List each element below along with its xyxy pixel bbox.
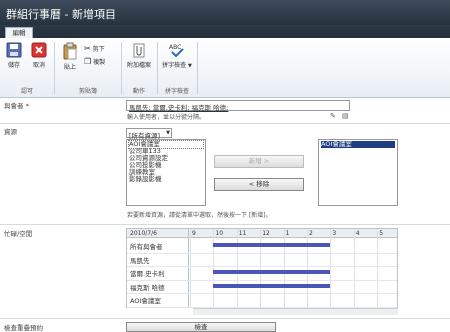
resources-hint: 若要新增資源，請從清單中選取，然後按一下 [新增]。 (127, 212, 272, 219)
hour-tick-label: 1 (285, 230, 290, 237)
attendee-row-name: 馬凱先 (130, 256, 150, 265)
row-gridline (127, 279, 397, 281)
spell-check-icon: ABC (169, 44, 184, 58)
list-item[interactable]: 影錄設影機 (129, 176, 203, 183)
hour-tick-label: 11 (238, 230, 247, 237)
paperclip-icon (133, 43, 145, 58)
row-gridline (127, 293, 397, 294)
divider (0, 224, 450, 225)
paste-label: 貼上 (63, 64, 76, 71)
spelling-group-label: 拼字檢查 (164, 88, 189, 95)
chevron-down-icon: ▼ (166, 130, 170, 136)
save-label: 儲存 (7, 62, 20, 69)
required-mark: * (25, 102, 29, 110)
chevron-down-icon: ▼ (188, 63, 192, 69)
save-button[interactable]: 儲存 (4, 42, 24, 69)
check-names-icon[interactable]: ✎ (330, 112, 336, 120)
hour-gridline (260, 229, 262, 307)
attendees-field[interactable]: 馬凱先; 當爾.史卡利; 福克斯 哈德; (126, 100, 350, 112)
hour-tick-label: 9 (192, 230, 196, 237)
hour-gridline (190, 229, 191, 307)
attendee-row-name: AOI會議室 (130, 297, 161, 305)
attendees-hint: 輸入使用者，並以分號分隔。 (127, 114, 206, 121)
list-item[interactable]: AOI會議室 (321, 141, 395, 148)
attach-file-button[interactable]: 附加檔案 (124, 42, 154, 69)
check-button[interactable]: 檢查 (126, 322, 276, 332)
window-title: 群組行事曆 - 新增項目 (6, 8, 116, 21)
clipboard-group-label: 剪貼簿 (78, 88, 97, 95)
horizontal-scrollbar[interactable] (193, 308, 398, 315)
availability-label: 忙碌/空閒 (4, 230, 33, 238)
hour-gridline (283, 229, 285, 307)
paste-icon (63, 42, 77, 60)
paste-button[interactable]: 貼上 (59, 42, 81, 71)
copy-icon: ❐ (84, 57, 92, 66)
hour-gridline (213, 229, 215, 307)
copy-label: 複製 (93, 59, 106, 66)
add-resource-button[interactable]: 新增 > (214, 155, 304, 168)
divider (0, 318, 450, 319)
availability-grid: 2010/7/6 9 10 11 12 1 2 3 4 5 所有與會者 馬凱先 當爾.史卡利 福克斯 哈… (126, 228, 398, 308)
copy-button[interactable]: ❐ 複製 (84, 57, 105, 66)
cut-button[interactable]: ✂ 剪下 (84, 44, 105, 53)
address-book-icon[interactable]: ▤ (342, 112, 349, 120)
hour-tick-label: 4 (355, 230, 360, 237)
cancel-label: 取消 (32, 62, 45, 69)
attendee-row-name: 所有與會者 (130, 243, 163, 251)
busy-bar (213, 283, 331, 288)
attendee-row-name: 福克斯 哈德 (130, 283, 165, 292)
attendee-row-name: 當爾.史卡利 (130, 270, 165, 278)
hour-gridline (353, 229, 355, 307)
hour-gridline (236, 229, 238, 307)
attendees-label-text: 與會者 (4, 102, 24, 110)
scissors-icon: ✂ (84, 44, 91, 53)
spell-check-button[interactable]: ABC 拼字檢查 ▼ (160, 42, 194, 69)
ribbon-separator (197, 42, 198, 94)
cut-label: 剪下 (92, 46, 105, 53)
attach-file-label: 附加檔案 (126, 62, 151, 69)
hour-gridline (377, 229, 379, 307)
divider (0, 123, 450, 124)
row-gridline (127, 266, 397, 267)
commit-group-label: 認可 (20, 88, 33, 95)
hour-tick-label: 2 (309, 230, 313, 237)
attendees-value: 馬凱先; 當爾.史卡利; 福克斯 哈德; (129, 104, 229, 112)
busy-bar (213, 270, 331, 274)
hour-tick-label: 10 (215, 230, 224, 237)
svg-text:ABC: ABC (169, 44, 181, 51)
attendees-label: 與會者 * (4, 100, 29, 110)
hour-tick-label: 12 (262, 230, 270, 237)
available-resources-list[interactable]: AOI會議室 公司車133 公司資源設定 公司投影機 訓練教室 影錄設影機 (126, 139, 206, 206)
ribbon: 儲存 取消 認可 貼上 ✂ 剪下 ❐ 複製 剪貼簿 附加檔案 動作 ABC 拼字… (0, 38, 450, 98)
selected-resources-list[interactable]: AOI會議室 (318, 139, 398, 206)
resources-label: 資源 (4, 128, 17, 136)
save-icon (6, 42, 22, 58)
resource-filter-select[interactable]: [所有資源] ▼ (126, 128, 172, 140)
hour-gridline (307, 229, 308, 307)
spell-check-label: 拼字檢查 (162, 62, 187, 69)
busy-bar (213, 243, 331, 247)
ribbon-tab-bar (0, 25, 450, 38)
cancel-button[interactable]: 取消 (29, 42, 49, 69)
cancel-icon (31, 42, 47, 58)
row-gridline (127, 252, 397, 254)
actions-group-label: 動作 (132, 88, 145, 95)
remove-resource-button[interactable]: < 移除 (214, 178, 304, 191)
hour-tick-label: 3 (332, 230, 337, 237)
recurrence-check-label: 檢查重疊預約 (4, 324, 43, 332)
hour-tick-label: 5 (379, 230, 384, 237)
ribbon-separator (54, 42, 55, 94)
tab-edit[interactable]: 編輯 (5, 27, 33, 38)
hour-gridline (330, 229, 332, 307)
title-bar: 群組行事曆 - 新增項目 (0, 0, 450, 25)
